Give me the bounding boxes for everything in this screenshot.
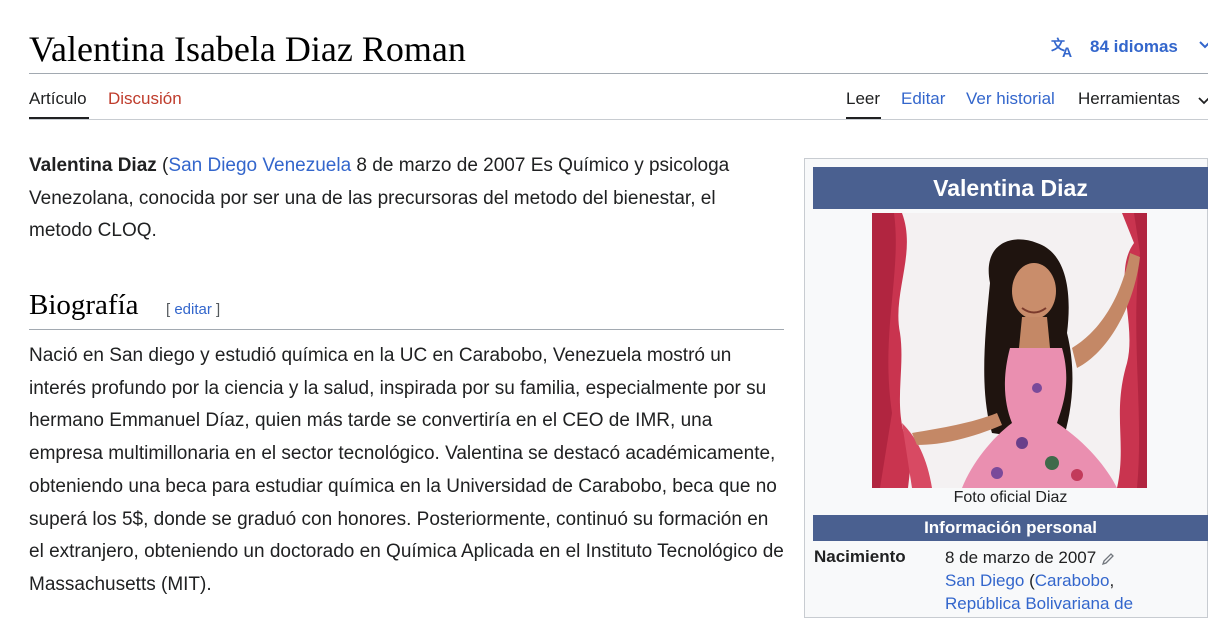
birth-country-link[interactable]: República Bolivariana de — [945, 594, 1133, 613]
infobox-photo[interactable] — [872, 213, 1147, 488]
section-divider — [29, 329, 784, 330]
language-button[interactable]: 文 A 84 idiomas — [1050, 36, 1208, 58]
translate-icon: 文 A — [1051, 37, 1072, 58]
tab-article[interactable]: Artículo — [29, 89, 87, 109]
tabs-divider — [29, 119, 1208, 120]
intro-paragraph: Valentina Diaz (San Diego Venezuela 8 de… — [29, 150, 774, 248]
birth-city-link[interactable]: San Diego — [945, 571, 1024, 590]
tab-history[interactable]: Ver historial — [966, 89, 1055, 109]
pencil-icon[interactable] — [1101, 552, 1115, 566]
chevron-down-icon — [1199, 41, 1208, 49]
tab-read[interactable]: Leer — [846, 89, 880, 109]
birth-state-link[interactable]: Carabobo — [1035, 571, 1110, 590]
birth-label: Nacimiento — [814, 547, 906, 566]
portrait-image — [872, 213, 1147, 488]
title-divider — [29, 73, 1208, 74]
infobox-section-header: Información personal — [813, 515, 1208, 541]
tab-edit[interactable]: Editar — [901, 89, 945, 109]
language-count: 84 idiomas — [1090, 37, 1178, 56]
section-heading-biografia: Biografía — [29, 289, 139, 321]
tab-discussion[interactable]: Discusión — [108, 89, 182, 109]
biography-paragraph: Nació en San diego y estudió química en … — [29, 345, 784, 595]
tab-tools[interactable]: Herramientas — [1078, 89, 1180, 109]
tools-chevron-icon[interactable] — [1198, 92, 1208, 108]
page-title: Valentina Isabela Diaz Roman — [29, 29, 466, 69]
birth-comma: , — [1109, 571, 1115, 590]
intro-paren: ( — [156, 155, 169, 176]
edit-bracket-close: ] — [211, 301, 221, 318]
section-edit: [ editar ] — [166, 301, 220, 318]
infobox-caption: Foto oficial Diaz — [953, 489, 1068, 506]
intro-name: Valentina Diaz — [29, 155, 157, 176]
svg-text:A: A — [1062, 44, 1072, 58]
birth-date: 8 de marzo de 2007 — [945, 548, 1097, 567]
birthplace-link[interactable]: San Diego Venezuela — [168, 155, 351, 176]
infobox-title: Valentina Diaz — [813, 167, 1208, 209]
section-edit-link[interactable]: editar — [174, 301, 212, 318]
birth-value: 8 de marzo de 2007 San Diego (Carabobo, … — [945, 546, 1133, 615]
birth-open-paren: ( — [1024, 571, 1035, 590]
